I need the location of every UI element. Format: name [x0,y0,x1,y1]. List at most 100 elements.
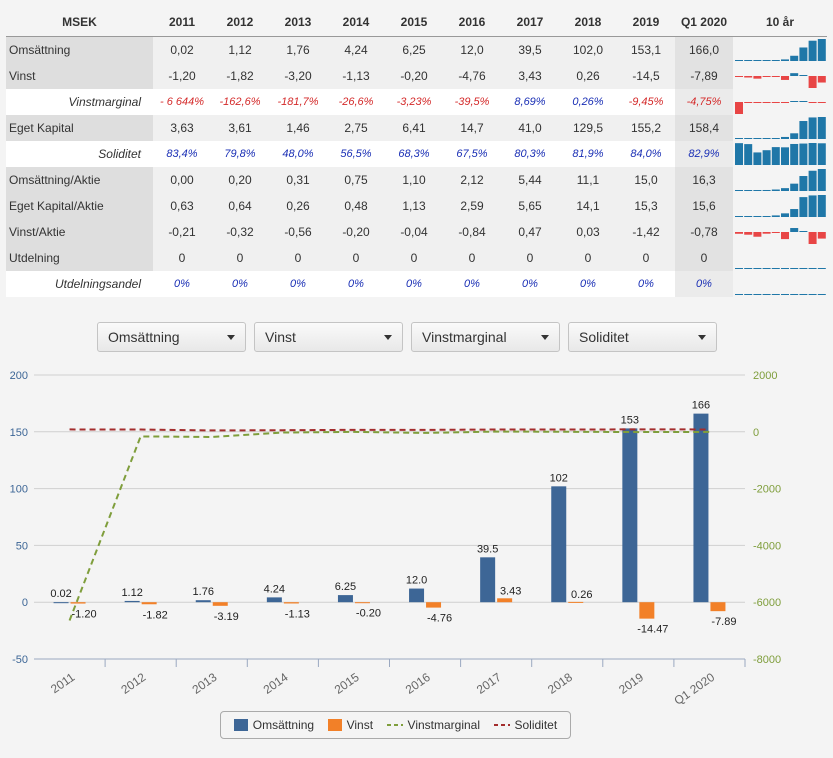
left-axis-tick: 0 [22,597,28,609]
table-cell: -39,5% [443,88,501,115]
data-label-omsattning: 0.02 [50,588,71,600]
sparkline-bar [735,59,743,61]
sparkline-bar [762,137,771,139]
x-axis-label: 2012 [118,670,148,697]
legend-item-omsattning[interactable]: Omsättning [233,718,314,732]
right-axis-tick: 2000 [753,370,777,382]
row-label: Soliditet [6,140,153,167]
sparkline-bar [817,194,826,217]
table-cell: -26,6% [327,88,385,115]
table-cell: 0 [675,244,733,271]
sparkline-bar [753,137,762,139]
table-cell: 0,47 [501,218,559,245]
sparkline [735,100,826,114]
sparkline-bar [744,137,753,139]
table-cell: 1,46 [269,114,327,141]
sparkline-bar [771,231,780,233]
bar-omsattning [622,428,638,603]
table-cell: -3,20 [269,62,327,89]
sparkline [735,267,826,269]
table-cell: -0,56 [269,218,327,245]
sparkline-bar [781,231,789,239]
table-cell: 153,1 [617,36,675,63]
sparkline-bar [735,215,743,217]
table-cell: 15,6 [675,192,733,219]
data-label-vinst: -1.20 [72,609,97,621]
sparkline-bar [817,267,826,269]
sparkline-bar [771,293,780,295]
table-cell: 0 [501,244,559,271]
table-cell: 81,9% [559,140,617,167]
legend-item-vinst[interactable]: Vinst [327,718,373,732]
table-cell: 0% [385,270,443,297]
sparkline-bar [817,168,826,191]
sparkline-bar [808,231,817,244]
table-cell: -162,6% [211,88,269,115]
table-cell: 0 [153,244,211,271]
bar-omsattning [480,557,496,603]
sparkline-bar [753,75,762,79]
table-cell: 0,64 [211,192,269,219]
data-label-vinst: -14.47 [637,624,668,636]
sparkline-bar [744,101,753,103]
dropdown-label: Omsättning [108,329,180,345]
dropdown-series-3[interactable]: Vinstmarginal [411,322,560,352]
table-cell: 0,26 [559,62,617,89]
table-cell: -9,45% [617,88,675,115]
data-label-vinst: -3.19 [214,611,239,623]
table-cell: -1,82 [211,62,269,89]
table-cell: 79,8% [211,140,269,167]
table-row: Soliditet 83,4% 79,8% 48,0% 56,5% 68,3% 67,5% 8… [6,140,827,167]
table-cell: 14,1 [559,192,617,219]
sparkline-bar [781,58,789,61]
sparkline-cell [733,114,827,141]
x-axis-label: 2014 [261,670,291,697]
table-cell: 0 [443,244,501,271]
sparkline-bar [744,293,753,295]
table-cell: -0,21 [153,218,211,245]
table-cell: 0% [269,270,327,297]
table-row: Utdelning 0 0 0 0 0 0 0 0 0 0 [6,244,827,271]
table-row: Omsättning 0,02 1,12 1,76 4,24 6,25 12,0 39,5 10… [6,36,827,63]
sparkline-bar [762,59,771,61]
table-row: Eget Kapital/Aktie 0,63 0,64 0,26 0,48 1,13 2,… [6,192,827,219]
sparkline-bar [799,293,808,295]
bar-omsattning [53,602,69,604]
left-axis-tick: 150 [10,427,28,439]
sparkline-cell [733,244,827,271]
year-header: 2018 [559,9,617,37]
sparkline-bar [781,101,789,103]
x-axis-label: 2016 [403,670,433,697]
legend-item-soliditet[interactable]: Soliditet [493,718,557,732]
sparkline-bar [762,189,771,191]
row-label: Eget Kapital/Aktie [6,192,153,219]
legend-item-vinstmarginal[interactable]: Vinstmarginal [386,718,480,732]
row-label: Omsättning/Aktie [6,166,153,193]
sparkline-bar [744,75,753,78]
x-axis-label: 2017 [474,670,504,697]
sparkline-bar [781,75,789,80]
table-cell: 39,5 [501,36,559,63]
sparkline-bar [790,293,799,295]
data-label-omsattning: 166 [692,400,710,412]
x-axis-label: 2011 [48,670,77,696]
dropdown-series-4[interactable]: Soliditet [568,322,717,352]
sparkline-bar [781,293,789,295]
table-cell: 0 [617,244,675,271]
table-cell: 0,63 [153,192,211,219]
table-cell: 1,10 [385,166,443,193]
sparkline-bar [762,293,771,295]
table-cell: 12,0 [443,36,501,63]
sparkline-bar [735,142,743,165]
sparkline-bar [771,59,780,61]
sparkline-bar [781,187,789,191]
table-cell: 0% [211,270,269,297]
sparkline-bar [771,101,780,103]
dropdown-series-1[interactable]: Omsättning [97,322,246,352]
dropdown-series-2[interactable]: Vinst [254,322,403,352]
sparkline [735,116,826,139]
table-cell: -14,5 [617,62,675,89]
caret-down-icon [541,335,549,340]
bar-omsattning [124,600,140,603]
table-cell: 67,5% [443,140,501,167]
